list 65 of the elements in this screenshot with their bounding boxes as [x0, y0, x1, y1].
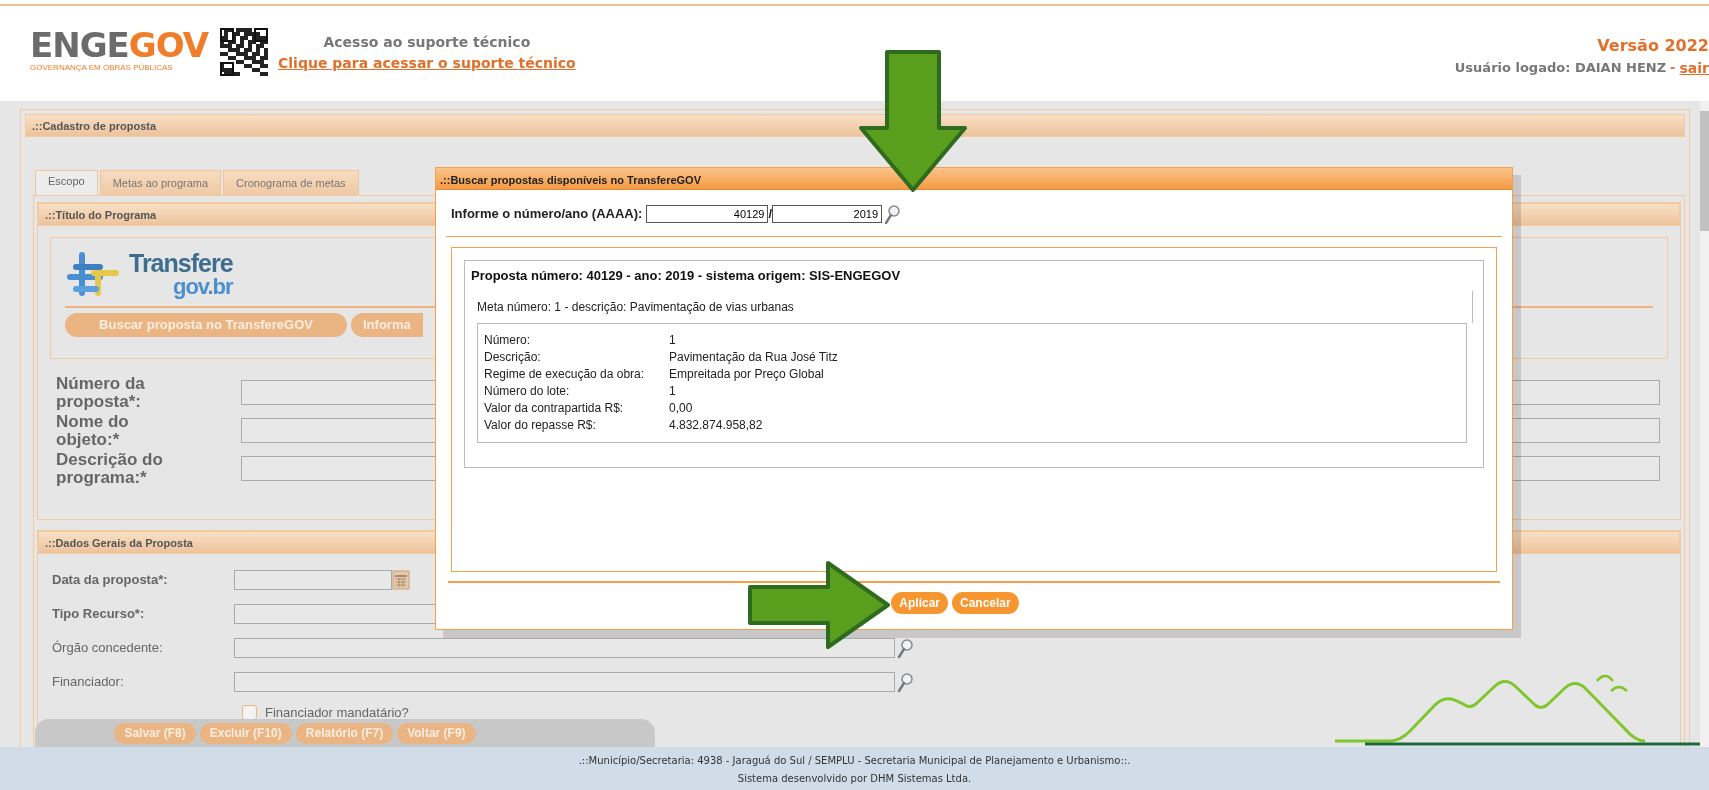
fade-button[interactable]: Informa	[351, 312, 423, 337]
right-arrow-icon	[748, 561, 892, 649]
logo-text: ENGE	[30, 28, 129, 62]
detail-label: Valor da contrapartida R$:	[484, 399, 625, 417]
detail-value: Empreitada por Preço Global	[669, 365, 824, 383]
field-label: Informe o número/ano (AAAA):	[451, 205, 643, 224]
logo-text: gov.br	[172, 276, 233, 298]
dialog-title: .::Buscar propostas disponíveis no TransfereGOV	[436, 168, 1512, 190]
logo-text: Transfere	[129, 251, 233, 276]
search-icon	[882, 204, 900, 224]
tab[interactable]: Metas ao programa	[99, 170, 222, 195]
fade-button[interactable]: Excluir (F10)	[199, 722, 292, 744]
field-label: Órgão concedente:	[52, 638, 164, 657]
detail-value: 1	[669, 382, 676, 400]
logo-text: GOV	[128, 28, 209, 62]
slash-text: /	[768, 205, 772, 224]
search-icon	[895, 671, 913, 692]
scrollbar-thumb[interactable]	[1700, 111, 1709, 231]
detail-label: Regime de execução da obra:	[484, 365, 646, 383]
detail-label: Valor do repasse R$:	[484, 416, 597, 434]
separator-text: -	[1670, 59, 1676, 77]
tab[interactable]: Cronograma de metas	[223, 170, 359, 195]
dialog-button[interactable]: Cancelar	[952, 592, 1019, 614]
search-icon	[895, 637, 913, 658]
version-label: Versão 2022	[1597, 35, 1709, 57]
detail-value: 0,00	[669, 399, 693, 417]
calendar-icon	[392, 569, 410, 590]
qr-code-icon	[220, 28, 269, 76]
dialog-button[interactable]: Aplicar	[891, 592, 948, 614]
field-label: Tipo Recurso*:	[52, 604, 146, 623]
detail-value: Pavimentação da Rua José Titz	[669, 348, 838, 366]
fade-button[interactable]: Relatório (F7)	[295, 722, 394, 744]
footer-text: .::Município/Secretaria: 4938 - Jaraguá do Sul / SEMPLU - Secretaria Municipal de Planejamento e Urbanismo::.	[578, 754, 1131, 768]
detail-label: Número do lote:	[484, 382, 571, 400]
goal-text: Meta número: 1 - descrição: Pavimentação de vias urbanas	[465, 290, 1473, 323]
field-label: Nome do objeto:*	[56, 412, 130, 449]
fade-button[interactable]: Buscar proposta no TransfereGOV	[65, 312, 347, 337]
detail-value: 4.832.874.958,82	[669, 416, 763, 434]
field-label: Número da proposta*:	[56, 374, 146, 411]
tab[interactable]: Escopo	[35, 170, 98, 195]
panel-title: .::Cadastro de proposta	[25, 114, 1685, 137]
detail-value: 1	[669, 331, 676, 349]
support-link[interactable]: Clique para acessar o suporte técnico	[278, 53, 576, 74]
detail-label: Descrição:	[484, 348, 542, 366]
input-field[interactable]	[234, 637, 895, 658]
logout-link[interactable]: sair	[1679, 58, 1709, 79]
footer-text: Sistema desenvolvido por DHM Sistemas Ltda.	[737, 772, 972, 786]
number-field[interactable]: 40129	[646, 205, 769, 223]
scrollbar[interactable]	[1700, 101, 1709, 747]
field-label: Financiador:	[52, 672, 125, 691]
input-field[interactable]	[234, 671, 895, 692]
detail-label: Número:	[484, 331, 531, 349]
logo-tagline: GOVERNANÇA EM OBRAS PÚBLICAS	[30, 62, 174, 74]
fade-button[interactable]: Voltar (F9)	[397, 722, 476, 744]
field-label: Data da proposta*:	[52, 570, 169, 589]
checkbox[interactable]	[242, 704, 257, 720]
input-field[interactable]	[234, 569, 392, 590]
down-arrow-icon	[857, 50, 969, 194]
user-label: Usuário logado: DAIAN HENZ	[1454, 59, 1667, 77]
fade-button[interactable]: Salvar (F8)	[114, 722, 196, 744]
year-field[interactable]: 2019	[772, 205, 882, 223]
checkbox-label: Financiador mandatário?	[265, 703, 410, 722]
support-title: Acesso ao suporte técnico	[323, 33, 531, 52]
result-title: Proposta número: 40129 - ano: 2019 - sistema origem: SIS-ENGEGOV	[470, 267, 902, 285]
field-label: Descrição do programa:*	[56, 450, 164, 487]
